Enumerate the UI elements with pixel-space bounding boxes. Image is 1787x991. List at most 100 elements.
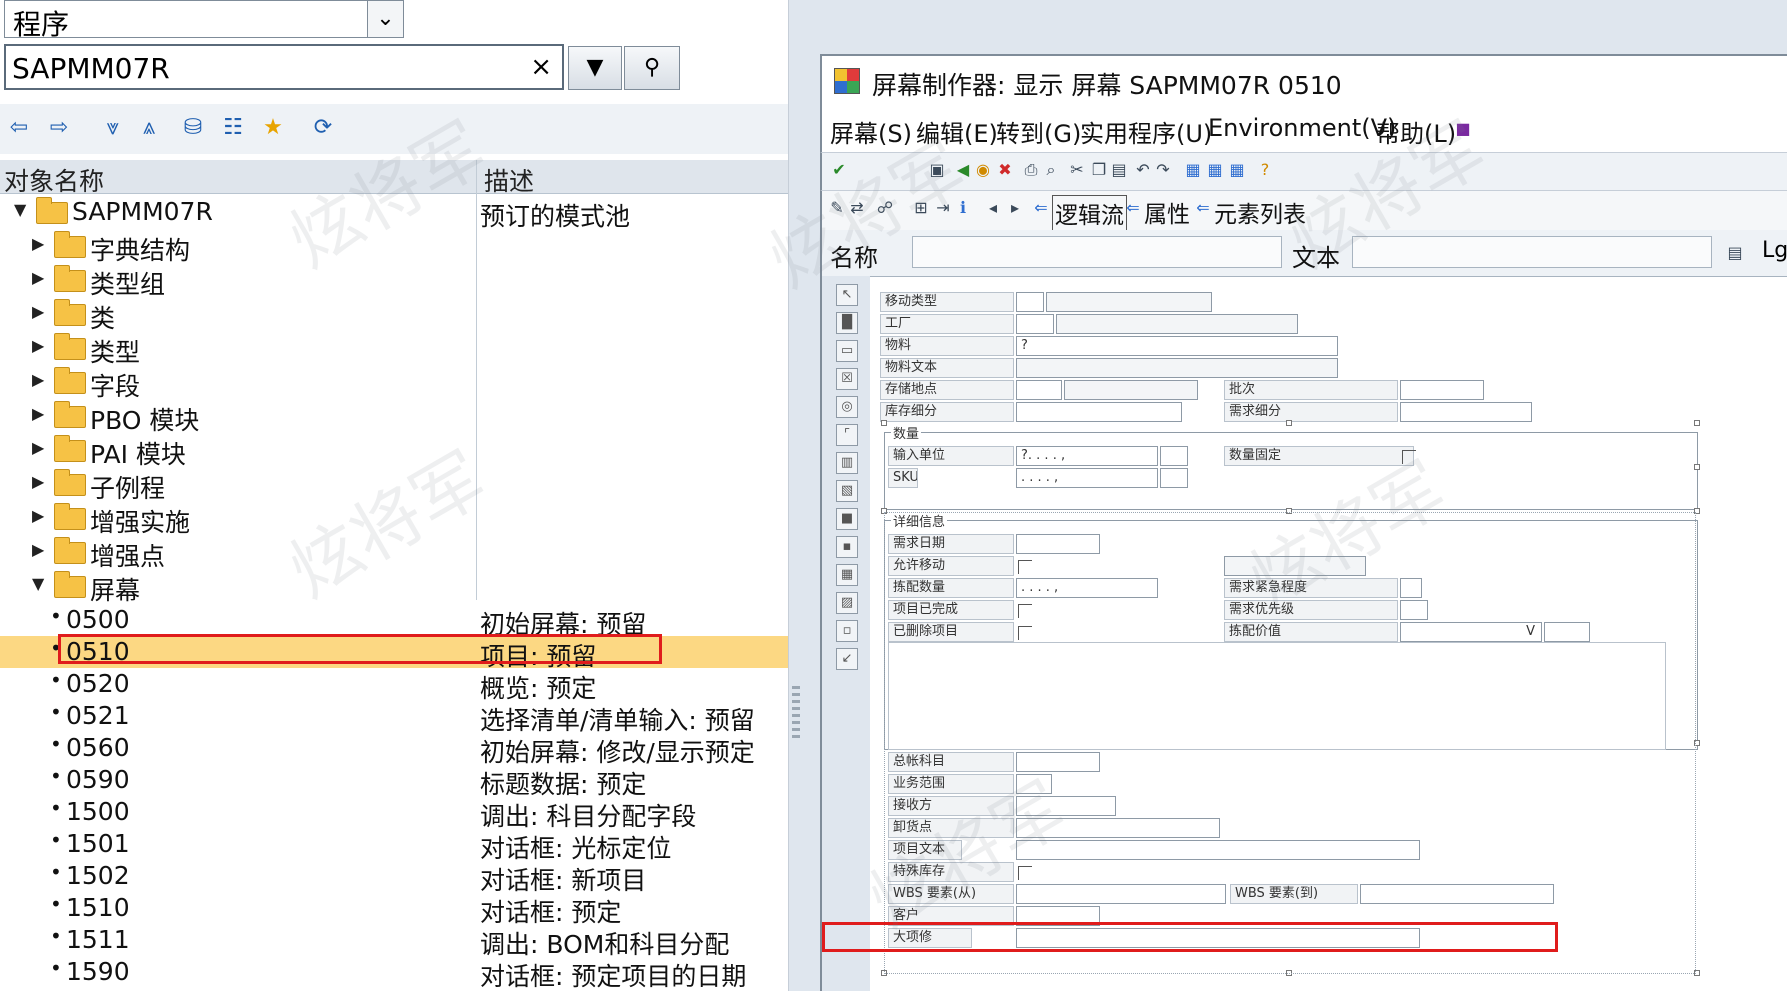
collapsed-caret-icon[interactable]: ▶ xyxy=(32,234,44,253)
name-input[interactable] xyxy=(912,236,1282,268)
tree-folder[interactable]: ▼ 屏幕 xyxy=(0,570,788,605)
text-input[interactable] xyxy=(1352,236,1712,268)
table-control-tool-icon[interactable]: ▦ xyxy=(836,564,858,586)
menu-screen[interactable]: 屏幕(S) xyxy=(830,114,912,149)
collapsed-caret-icon[interactable]: ▶ xyxy=(32,438,44,457)
toggle-edit-icon[interactable]: ✎ xyxy=(826,197,848,219)
copy-icon[interactable]: ❐ xyxy=(1088,159,1110,181)
cut-icon[interactable]: ✂ xyxy=(1066,159,1088,181)
field-plant[interactable] xyxy=(1016,314,1054,334)
exit-icon[interactable]: ◉ xyxy=(972,159,994,181)
input-field-tool-icon[interactable]: ▭ xyxy=(836,340,858,362)
collapsed-caret-icon[interactable]: ▶ xyxy=(32,404,44,423)
layout-editor-icon[interactable]: ⊞ xyxy=(910,197,932,219)
collapsed-caret-icon[interactable]: ▶ xyxy=(32,472,44,491)
collapsed-caret-icon[interactable]: ▶ xyxy=(32,336,44,355)
where-used-icon[interactable]: ☍ xyxy=(874,197,896,219)
object-type-select[interactable]: 程序 ⌄ xyxy=(4,0,404,41)
menu-goto[interactable]: 转到(G) xyxy=(996,114,1081,149)
print-icon[interactable]: ⎙ xyxy=(1020,159,1042,181)
tree-screen-item[interactable]: • 1511 调出: BOM和科目分配 xyxy=(0,924,788,959)
field-entry-unit-uom[interactable] xyxy=(1160,446,1188,466)
field-batch[interactable] xyxy=(1400,380,1484,400)
chevron-down-icon[interactable]: ⌄ xyxy=(367,1,403,37)
menu-edit[interactable]: 编辑(E) xyxy=(916,114,998,149)
button-tool-icon[interactable]: ▫ xyxy=(836,620,858,642)
element-list-icon[interactable]: ▤ xyxy=(1724,242,1746,264)
collapsed-caret-icon[interactable]: ▶ xyxy=(32,302,44,321)
dropdown-button[interactable]: ▼ xyxy=(568,46,622,90)
box-tool-icon[interactable]: ⌜ xyxy=(836,424,858,446)
tree-root[interactable]: ▼ SAPMM07R 预订的模式池 xyxy=(0,196,788,231)
back-arrow-icon[interactable]: ⇦ xyxy=(2,110,36,146)
tree-screen-item[interactable]: • 1510 对话框: 预定 xyxy=(0,892,788,927)
help-icon[interactable]: ? xyxy=(1254,159,1276,181)
resize-handle[interactable] xyxy=(1694,464,1700,470)
subscreen-tool-icon[interactable]: ▥ xyxy=(836,452,858,474)
collapsed-caret-icon[interactable]: ▶ xyxy=(32,370,44,389)
tree-folder[interactable]: ▶ 增强实施 xyxy=(0,502,788,537)
menu-environment[interactable]: Environment(V) xyxy=(1208,114,1396,142)
info-icon[interactable]: ℹ xyxy=(952,197,974,219)
tree-folder[interactable]: ▶ 字典结构 xyxy=(0,230,788,265)
tree-screen-item[interactable]: • 0520 概览: 预定 xyxy=(0,668,788,703)
tree-folder[interactable]: ▶ 字段 xyxy=(0,366,788,401)
system-menu-icon[interactable]: ■ xyxy=(1452,118,1474,140)
tree-screen-item[interactable]: • 0500 初始屏幕: 预留 xyxy=(0,604,788,639)
layout-icon-1[interactable]: ▦ xyxy=(1182,159,1204,181)
pointer-tool-icon[interactable]: ↖ xyxy=(836,284,858,306)
tree-folder[interactable]: ▶ 类型 xyxy=(0,332,788,367)
find-icon[interactable]: ⌕ xyxy=(1040,159,1062,181)
refresh-icon[interactable]: ⟳ xyxy=(306,110,340,146)
dict-fields-icon[interactable]: ⇥ xyxy=(932,197,954,219)
element-list-tab[interactable]: 元素列表 xyxy=(1214,195,1306,229)
tree-screen-item[interactable]: • 0521 选择清单/清单输入: 预留 xyxy=(0,700,788,735)
save-icon[interactable]: ▣ xyxy=(926,159,948,181)
field-storage-location[interactable] xyxy=(1016,380,1062,400)
field-move-type[interactable] xyxy=(1016,292,1044,312)
program-name-input[interactable]: SAPMM07R × xyxy=(4,44,564,90)
redo-icon[interactable]: ↷ xyxy=(1152,159,1174,181)
check-icon[interactable]: ✔ xyxy=(828,159,850,181)
tree-screen-item[interactable]: • 1502 对话框: 新项目 xyxy=(0,860,788,895)
display-button[interactable]: ⚲ xyxy=(624,46,680,90)
binoculars-icon[interactable]: ⛁ xyxy=(176,110,210,146)
resize-handle[interactable] xyxy=(881,420,887,426)
checkbox-qty-fixed[interactable] xyxy=(1402,450,1416,464)
attributes-tab[interactable]: 属性 xyxy=(1144,195,1190,229)
tree-screen-item[interactable]: • 1500 调出: 科目分配字段 xyxy=(0,796,788,831)
custom-control-tool-icon[interactable]: ■ xyxy=(836,508,858,530)
checkbox-tool-icon[interactable]: ☒ xyxy=(836,368,858,390)
field-req-subdivision[interactable] xyxy=(1400,402,1532,422)
collapsed-caret-icon[interactable]: ▶ xyxy=(32,540,44,559)
layout-icon-2[interactable]: ▦ xyxy=(1204,159,1226,181)
text-field-tool-icon[interactable]: █ xyxy=(836,312,858,334)
layout-icon-3[interactable]: ▦ xyxy=(1226,159,1248,181)
next-icon[interactable]: ▸ xyxy=(1004,197,1026,219)
tree-folder[interactable]: ▶ PAI 模块 xyxy=(0,434,788,469)
collapsed-caret-icon[interactable]: ▶ xyxy=(32,506,44,525)
field-stock-subdivision[interactable] xyxy=(1016,402,1182,422)
tree-folder[interactable]: ▶ 子例程 xyxy=(0,468,788,503)
expand-icon[interactable]: ⩔ xyxy=(96,110,130,146)
collapsed-caret-icon[interactable]: ▶ xyxy=(32,268,44,287)
status-icon-tool-icon[interactable]: ▪ xyxy=(836,536,858,558)
collapse-icon[interactable]: ⩓ xyxy=(132,110,166,146)
tree-screen-item[interactable]: • 0590 标题数据: 预定 xyxy=(0,764,788,799)
wizard-tool-icon[interactable]: ▨ xyxy=(836,592,858,614)
clear-icon[interactable]: × xyxy=(530,52,552,82)
pane-splitter[interactable] xyxy=(788,0,806,991)
step-loop-tool-icon[interactable]: ↙ xyxy=(836,648,858,670)
field-material[interactable]: ? xyxy=(1016,336,1338,356)
display-change-icon[interactable]: ⇄ xyxy=(846,197,868,219)
back-icon[interactable]: ◀ xyxy=(952,159,974,181)
cancel-icon[interactable]: ✖ xyxy=(994,159,1016,181)
tree-screen-item[interactable]: • 1501 对话框: 光标定位 xyxy=(0,828,788,863)
paste-icon[interactable]: ▤ xyxy=(1108,159,1130,181)
field-entry-unit[interactable]: ?. . . . , xyxy=(1016,446,1158,466)
field-sku-uom[interactable] xyxy=(1160,468,1188,488)
tree-folder[interactable]: ▶ 类 xyxy=(0,298,788,333)
menu-utilities[interactable]: 实用程序(U) xyxy=(1080,114,1212,149)
tree-folder[interactable]: ▶ 类型组 xyxy=(0,264,788,299)
hierarchy-icon[interactable]: ☷ xyxy=(216,110,250,146)
